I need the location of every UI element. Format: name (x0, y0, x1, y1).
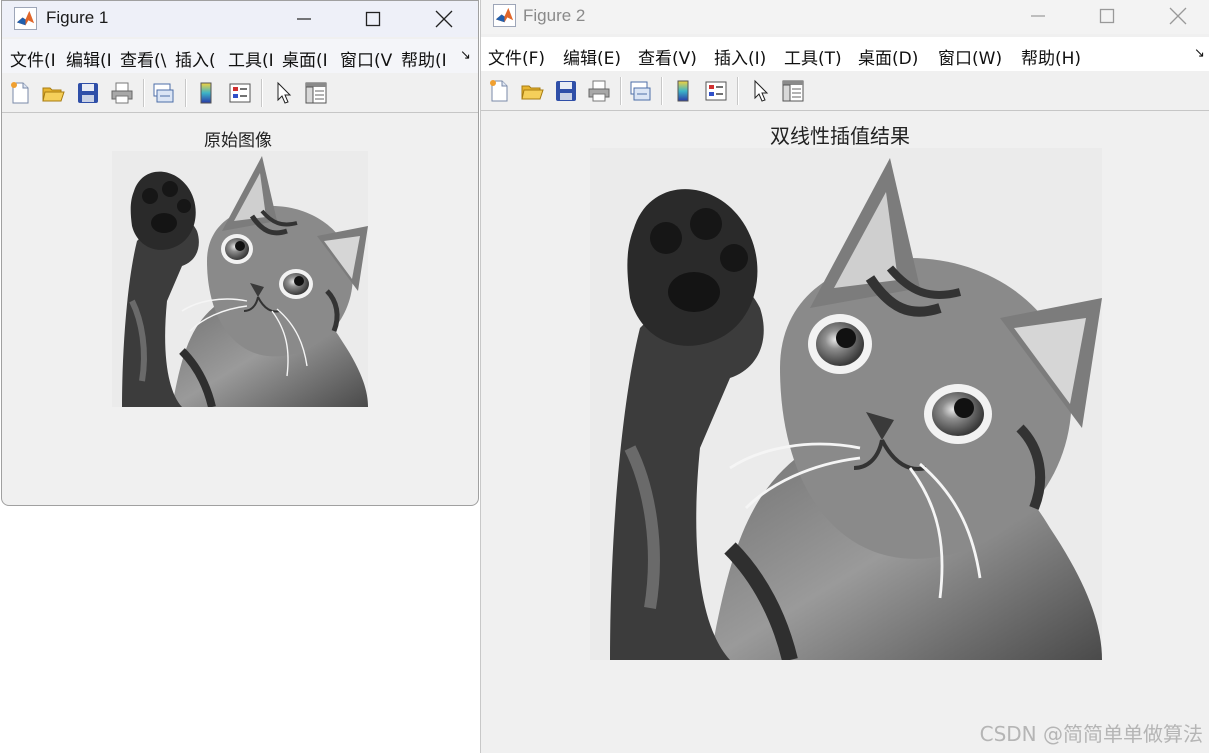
toolbar (481, 72, 1209, 111)
maximize-icon (365, 11, 381, 27)
axes-title: 双线性插值结果 (770, 124, 910, 148)
maximize-button[interactable] (353, 5, 393, 33)
link-plot-icon (153, 83, 174, 103)
menu-overflow-button[interactable]: ↘ (460, 48, 471, 63)
figure2-titlebar[interactable]: Figure 2 (481, 0, 1209, 34)
property-inspector-button[interactable] (779, 77, 807, 105)
menu-tools[interactable]: 工具(I (228, 46, 274, 71)
menu-desktop[interactable]: 桌面(I (282, 46, 334, 71)
menu-desktop[interactable]: 桌面(D) (858, 44, 918, 69)
open-file-button[interactable] (39, 79, 67, 107)
toolbar-separator (737, 77, 739, 105)
save-icon (556, 81, 576, 101)
menu-help[interactable]: 帮助(H) (1021, 44, 1081, 69)
figure1-titlebar[interactable]: Figure 1 (2, 1, 478, 37)
save-button[interactable] (74, 79, 102, 107)
property-inspector-icon (305, 82, 327, 104)
toolbar (2, 74, 478, 113)
legend-button[interactable] (226, 79, 254, 107)
open-file-icon (521, 85, 544, 100)
minimize-icon (297, 18, 311, 20)
menu-window[interactable]: 窗口(W) (938, 44, 1002, 69)
new-figure-button[interactable] (6, 79, 34, 107)
menu-view[interactable]: 查看(\ (120, 46, 170, 71)
close-icon (1169, 7, 1187, 25)
menu-window[interactable]: 窗口(V (340, 46, 394, 71)
new-figure-icon (490, 80, 508, 102)
link-plot-button[interactable] (626, 77, 654, 105)
matlab-logo-icon (14, 7, 37, 30)
link-plot-icon (630, 81, 651, 101)
save-icon (78, 83, 98, 103)
toolbar-separator (661, 77, 663, 105)
new-figure-icon (11, 82, 29, 104)
open-file-icon (42, 87, 65, 102)
figure1-window[interactable]: Figure 1 文件(I 编辑(I 查看(\ 插入( 工具(I 桌面(I 窗口… (1, 0, 479, 506)
minimize-button[interactable] (284, 5, 324, 33)
colorbar-button[interactable] (669, 77, 697, 105)
axes-title: 原始图像 (204, 131, 272, 151)
minimize-button[interactable] (1018, 2, 1058, 30)
menu-file[interactable]: 文件(F) (488, 44, 545, 69)
save-button[interactable] (552, 77, 580, 105)
pointer-button[interactable] (270, 79, 298, 107)
menu-insert[interactable]: 插入(I) (714, 44, 766, 69)
print-icon (588, 80, 610, 102)
original-image (112, 151, 368, 407)
print-button[interactable] (108, 79, 136, 107)
toolbar-separator (143, 79, 145, 107)
legend-button[interactable] (702, 77, 730, 105)
maximize-button[interactable] (1087, 2, 1127, 30)
kitten-image (590, 148, 1102, 660)
menu-help[interactable]: 帮助(I (401, 46, 453, 71)
menubar: 文件(I 编辑(I 查看(\ 插入( 工具(I 桌面(I 窗口(V 帮助(I ↘ (2, 39, 478, 73)
maximize-icon (1099, 8, 1115, 24)
close-icon (435, 10, 453, 28)
menu-insert[interactable]: 插入( (175, 46, 221, 71)
property-inspector-button[interactable] (302, 79, 330, 107)
print-icon (111, 82, 133, 104)
pointer-icon (277, 81, 292, 104)
toolbar-separator (185, 79, 187, 107)
colorbar-icon (677, 80, 689, 102)
colorbar-icon (200, 82, 212, 104)
toolbar-separator (620, 77, 622, 105)
legend-icon (705, 81, 727, 101)
link-plot-button[interactable] (149, 79, 177, 107)
menu-edit[interactable]: 编辑(E) (563, 44, 621, 69)
kitten-image (112, 151, 368, 407)
close-button[interactable] (424, 5, 464, 33)
menu-tools[interactable]: 工具(T) (784, 44, 842, 69)
close-button[interactable] (1158, 2, 1198, 30)
window-title: Figure 2 (523, 6, 586, 25)
window-title: Figure 1 (46, 8, 109, 27)
menubar: 文件(F) 编辑(E) 查看(V) 插入(I) 工具(T) 桌面(D) 窗口(W… (481, 37, 1209, 71)
watermark: CSDN @简简单单做算法 (979, 722, 1203, 746)
menu-file[interactable]: 文件(I (10, 46, 60, 71)
legend-icon (229, 83, 251, 103)
print-button[interactable] (585, 77, 613, 105)
pointer-button[interactable] (747, 77, 775, 105)
open-file-button[interactable] (518, 77, 546, 105)
minimize-icon (1031, 15, 1045, 17)
menu-edit[interactable]: 编辑(I (66, 46, 116, 71)
colorbar-button[interactable] (192, 79, 220, 107)
new-figure-button[interactable] (485, 77, 513, 105)
property-inspector-icon (782, 80, 804, 102)
toolbar-separator (261, 79, 263, 107)
figure2-window[interactable]: Figure 2 文件(F) 编辑(E) 查看(V) 插入(I) 工具(T) 桌… (480, 0, 1209, 753)
interpolated-image (590, 148, 1102, 660)
pointer-icon (754, 79, 769, 102)
matlab-logo-icon (493, 4, 516, 27)
menu-overflow-button[interactable]: ↘ (1194, 46, 1205, 61)
menu-view[interactable]: 查看(V) (638, 44, 697, 69)
